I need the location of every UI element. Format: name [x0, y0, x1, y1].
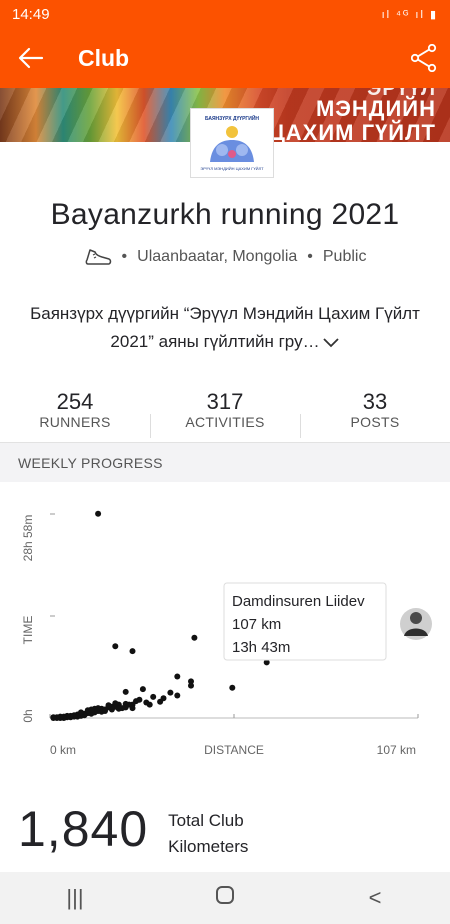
data-point-67 — [105, 702, 112, 709]
data-point-1 — [112, 643, 119, 650]
club-description[interactable]: Баянзүрх дүүргийн “Эрүүл Мэндийн Цахим Г… — [30, 300, 420, 356]
back-button[interactable] — [0, 28, 62, 88]
club-visibility: Public — [322, 248, 367, 265]
tooltip-athlete-name: Damdinsuren Liidev — [232, 593, 365, 610]
stat-value: 254 — [56, 389, 94, 414]
data-point-66 — [95, 705, 102, 712]
highlight-tooltip: Damdinsuren Liidev 107 km 13h 43m — [223, 582, 387, 661]
club-meta: • Ulaanbaatar, Mongolia • Public — [0, 246, 450, 268]
stat-posts[interactable]: 33 POSTS — [300, 390, 450, 442]
club-location: Ulaanbaatar, Mongolia — [137, 248, 298, 265]
home-button[interactable] — [195, 885, 255, 911]
club-name: Bayanzurkh running 2021 — [50, 198, 400, 231]
status-bar: 14:49 ıl ⁴ᴳ ıl ▮ — [0, 0, 450, 28]
data-point-16 — [157, 698, 164, 705]
data-point-7 — [229, 684, 236, 691]
data-point-11 — [139, 686, 146, 693]
highlight-avatar[interactable] — [400, 608, 432, 640]
data-point-8 — [174, 673, 181, 680]
stat-label: RUNNERS — [39, 414, 111, 430]
y-axis-label: TIME — [21, 616, 35, 645]
weekly-progress-chart[interactable]: TIME 28h 58m 0h 0 km DISTANCE 107 km Dam… — [0, 490, 450, 770]
system-back-button[interactable]: < — [345, 885, 405, 911]
stat-label: ACTIVITIES — [185, 414, 265, 430]
tooltip-distance: 107 km — [232, 616, 281, 633]
data-point-63 — [122, 700, 129, 707]
stat-activities[interactable]: 317 ACTIVITIES — [150, 390, 300, 442]
total-value: 1,840 — [18, 801, 149, 857]
data-point-62 — [115, 705, 122, 712]
data-point-18 — [146, 701, 153, 708]
total-caption: Total Club Kilometers — [168, 808, 248, 860]
data-point-57 — [50, 715, 57, 721]
club-description-text: Баянзүрх дүүргийн “Эрүүл Мэндийн Цахим Г… — [30, 304, 420, 351]
status-time: 14:49 — [12, 5, 50, 23]
data-point-14 — [150, 693, 157, 700]
status-indicators: ıl ⁴ᴳ ıl ▮ — [381, 8, 438, 21]
data-point-2 — [129, 648, 136, 655]
x-tick-label-min: 0 km — [50, 743, 76, 757]
data-point-69 — [112, 700, 119, 707]
logo-bottom-text: ЭРҮҮЛ МЭНДИЙН ЦАХИМ ГҮЙЛТ — [200, 165, 264, 171]
tooltip-time: 13h 43m — [232, 639, 290, 656]
club-stats: 254 RUNNERS 317 ACTIVITIES 33 POSTS — [0, 390, 450, 442]
stat-label: POSTS — [350, 414, 400, 430]
scatter-chart[interactable]: TIME 28h 58m 0h 0 km DISTANCE 107 km Dam… — [0, 490, 450, 770]
recents-button[interactable]: ||| — [45, 885, 105, 911]
banner-line-1: МЭНДИЙН — [315, 96, 436, 121]
x-tick-label-max: 107 km — [377, 743, 416, 757]
app-bar: Club — [0, 28, 450, 88]
total-label-line-2: Kilometers — [168, 837, 249, 856]
club-logo: БАЯНЗҮРХ ДҮҮРГИЙН ЭРҮҮЛ МЭНДИЙН ЦАХИМ ГҮ… — [190, 108, 274, 178]
data-point-64 — [136, 696, 143, 703]
total-label-line-1: Total Club — [168, 811, 244, 830]
x-axis-label: DISTANCE — [204, 743, 264, 757]
stat-value: 317 — [206, 389, 244, 414]
y-tick-label-max: 28h 58m — [21, 515, 35, 562]
share-button[interactable] — [398, 28, 450, 88]
data-point-65 — [78, 709, 84, 716]
y-tick-label-min: 0h — [21, 709, 35, 722]
home-icon — [216, 886, 234, 904]
data-point-0 — [95, 510, 102, 517]
stat-value: 33 — [362, 389, 388, 414]
club-emblem-icon — [210, 125, 254, 162]
running-shoe-icon — [85, 249, 111, 265]
data-point-19 — [122, 688, 129, 695]
data-point-13 — [167, 689, 174, 696]
system-navigation-bar: ||| < — [0, 872, 450, 924]
data-point-10 — [188, 682, 194, 689]
weekly-progress-header: WEEKLY PROGRESS — [0, 442, 450, 482]
data-point-3 — [191, 634, 198, 641]
data-point-12 — [174, 692, 181, 699]
stat-runners[interactable]: 254 RUNNERS — [0, 390, 150, 442]
banner-line-2: ЦАХИМ ГҮЙЛТ — [268, 120, 436, 142]
arrow-left-icon — [18, 47, 44, 69]
page-title: Club — [78, 44, 130, 71]
data-point-60 — [102, 708, 108, 714]
total-club-kilometers: 1,840 Total Club Kilometers — [18, 800, 248, 860]
share-icon — [411, 44, 437, 72]
chevron-down-icon[interactable] — [322, 337, 340, 349]
data-point-68 — [88, 706, 95, 713]
